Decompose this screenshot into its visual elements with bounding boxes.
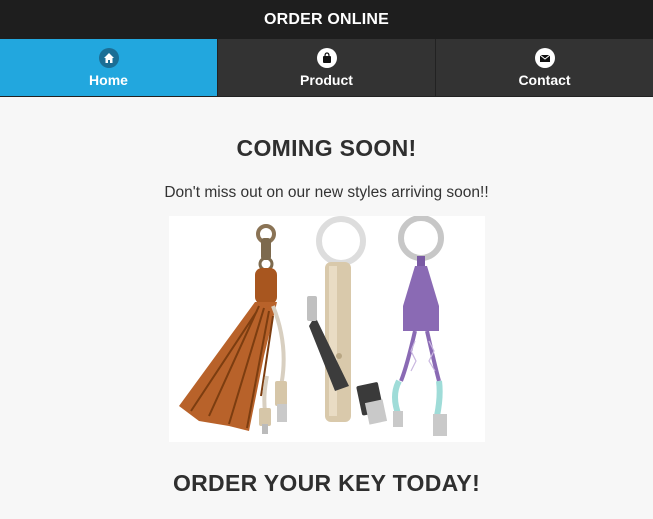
subtitle-text: Don't miss out on our new styles arrivin… xyxy=(164,184,489,201)
product-keychain-image xyxy=(168,216,485,442)
shopping-bag-icon xyxy=(316,47,337,68)
purple-keychain xyxy=(391,216,447,436)
order-key-heading: ORDER YOUR KEY TODAY! xyxy=(172,470,481,496)
nav-label-product: Product xyxy=(300,71,353,88)
nav-label-contact: Contact xyxy=(518,71,571,88)
nav-item-home[interactable]: Home xyxy=(0,39,218,96)
nav-item-product[interactable]: Product xyxy=(218,39,436,96)
leather-tassel-keychain xyxy=(178,224,287,434)
main-content: COMING SOON! Don't miss out on our new s… xyxy=(0,97,653,497)
top-header: ORDER ONLINE xyxy=(0,0,653,39)
gold-metal-keychain xyxy=(306,216,387,425)
nav-item-contact[interactable]: Contact xyxy=(436,39,653,96)
home-icon xyxy=(98,47,119,68)
header-title: ORDER ONLINE xyxy=(263,10,390,28)
envelope-icon xyxy=(534,47,555,68)
coming-soon-heading: COMING SOON! xyxy=(236,135,417,161)
main-navigation: Home Product Contact xyxy=(0,39,653,97)
nav-label-home: Home xyxy=(89,71,128,88)
